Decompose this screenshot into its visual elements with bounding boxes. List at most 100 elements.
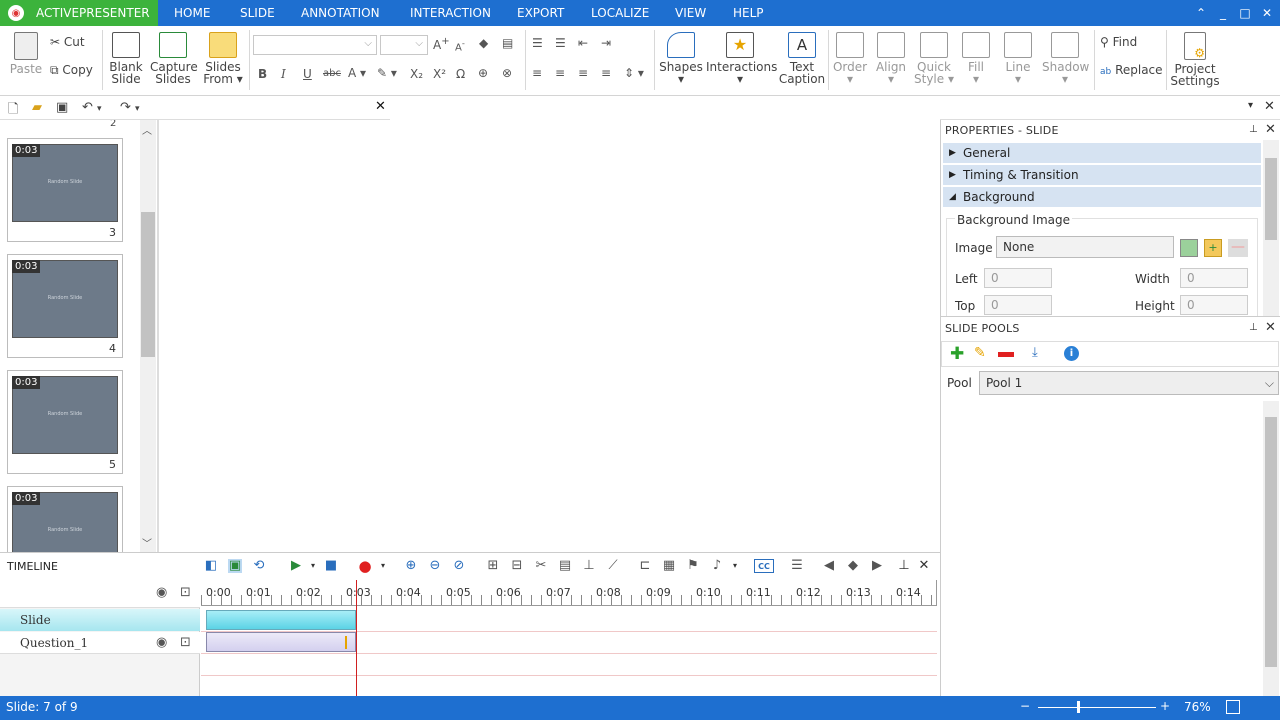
slide-canvas[interactable] (158, 120, 940, 552)
zoom-out-icon[interactable]: − (1020, 699, 1030, 713)
delete-pool-icon[interactable] (998, 352, 1014, 357)
zoom-in-icon[interactable]: + (1160, 699, 1170, 713)
slide-thumbnail[interactable]: 0:03 Random Slide 5 (7, 370, 123, 474)
bold-icon[interactable]: B (258, 67, 267, 81)
underline-icon[interactable]: U (303, 67, 312, 81)
change-playback-icon[interactable]: ⊏ (638, 559, 652, 573)
close-properties-icon[interactable]: ✕ (1265, 122, 1276, 137)
capture-slides-button[interactable]: Capture Slides (150, 32, 198, 85)
shadow-button[interactable]: Shadow ▾ (1042, 32, 1089, 85)
edit-pool-icon[interactable]: ✎ (974, 345, 986, 361)
close-window-icon[interactable]: ✕ (1256, 0, 1278, 26)
tab-localize[interactable]: LOCALIZE (577, 0, 663, 26)
slide-clip[interactable] (206, 610, 356, 630)
blank-slide-button[interactable]: Blank Slide (106, 32, 146, 85)
maximize-icon[interactable]: □ (1234, 0, 1256, 26)
paste-button[interactable]: Paste (8, 32, 44, 75)
pools-scrollbar[interactable] (1263, 401, 1279, 697)
info-icon[interactable]: i (1064, 346, 1079, 361)
join-icon[interactable]: ⊟ (510, 559, 524, 573)
pools-scroll-thumb[interactable] (1265, 417, 1277, 667)
redo-icon[interactable]: ↷ ▾ (120, 100, 140, 115)
bring-front-icon[interactable]: ◧ (204, 559, 218, 573)
fit-window-icon[interactable] (1226, 700, 1240, 714)
section-general[interactable]: ▶ General (943, 143, 1261, 164)
grow-font-icon[interactable]: A+ (433, 36, 450, 52)
zoom-in-timeline-icon[interactable]: ⊕ (404, 559, 418, 573)
align-right-icon[interactable]: ≡ (578, 66, 588, 80)
superscript-icon[interactable]: X² (433, 67, 446, 81)
font-color-icon[interactable]: A ▾ (348, 66, 366, 80)
symbol-icon[interactable]: Ω (456, 67, 465, 81)
zoom-out-timeline-icon[interactable]: ⊘ (452, 559, 466, 573)
insert-time-icon[interactable]: ⊥ (582, 559, 596, 573)
properties-scrollbar[interactable] (1263, 140, 1279, 316)
fill-button[interactable]: Fill ▾ (958, 32, 994, 85)
web-link-icon[interactable]: ⊗ (502, 66, 512, 80)
line-spacing-icon[interactable]: ⇕ ▾ (624, 66, 644, 80)
tab-help[interactable]: HELP (719, 0, 778, 26)
italic-icon[interactable]: I (281, 67, 286, 81)
find-button[interactable]: ⚲ Find (1100, 35, 1137, 49)
add-pool-icon[interactable]: ✚ (950, 344, 964, 364)
cut-range-icon[interactable]: ✂ (534, 559, 548, 573)
pin-icon[interactable]: ⊥ (1249, 322, 1258, 333)
tab-home[interactable]: HOME (160, 0, 225, 26)
shapes-button[interactable]: Shapes ▾ (658, 32, 704, 85)
increase-indent-icon[interactable]: ⇥ (601, 36, 611, 50)
align-button[interactable]: Align ▾ (873, 32, 909, 85)
replace-button[interactable]: ab Replace (1100, 63, 1163, 77)
close-pools-icon[interactable]: ✕ (1265, 320, 1276, 335)
open-folder-icon[interactable]: ▰ (32, 100, 42, 115)
slide-panel-scroll-thumb[interactable] (141, 212, 155, 357)
numbered-list-icon[interactable]: ☰ (532, 36, 543, 50)
zoom-fit-timeline-icon[interactable]: ⊖ (428, 559, 442, 573)
pin-timeline-icon[interactable]: ⊥ (897, 559, 911, 573)
slides-from-button[interactable]: Slides From ▾ (200, 32, 246, 85)
format-painter-icon[interactable]: ▤ (502, 36, 513, 50)
select-image-icon[interactable] (1180, 239, 1198, 257)
bulleted-list-icon[interactable]: ☰ (555, 36, 566, 50)
font-size-select[interactable]: ⌵ (380, 35, 428, 55)
visibility-icon[interactable]: ◉ (156, 632, 167, 654)
interactions-button[interactable]: ★ Interactions ▾ (706, 32, 777, 85)
project-settings-button[interactable]: ⚙ Project Settings (1170, 32, 1220, 87)
height-spinner[interactable]: 0 (1180, 295, 1248, 315)
quick-style-button[interactable]: Quick Style ▾ (912, 32, 956, 85)
slide-thumbnail[interactable]: 0:03 Random Slide 4 (7, 254, 123, 358)
stop-icon[interactable]: ■ (324, 559, 338, 573)
tab-slide[interactable]: SLIDE (226, 0, 289, 26)
width-spinner[interactable]: 0 (1180, 268, 1248, 288)
line-button[interactable]: Line ▾ (1000, 32, 1036, 85)
save-icon[interactable]: ▣ (56, 100, 68, 115)
hyperlink-icon[interactable]: ⊕ (478, 66, 488, 80)
tab-annotation[interactable]: ANNOTATION (287, 0, 394, 26)
play-menu-icon[interactable]: ▾ (306, 559, 320, 573)
decrease-indent-icon[interactable]: ⇤ (578, 36, 588, 50)
undo-icon[interactable]: ↶ ▾ (82, 100, 102, 115)
next-keyframe-icon[interactable]: ▶ (870, 559, 884, 573)
font-family-select[interactable]: ⌵ (253, 35, 377, 55)
tab-interaction[interactable]: INTERACTION (396, 0, 505, 26)
top-spinner[interactable]: 0 (984, 295, 1052, 315)
close-document-icon[interactable]: ✕ (375, 99, 386, 114)
timeline-options-icon[interactable]: ☰ (790, 559, 804, 573)
freeze-frame-icon[interactable]: ⟋ (606, 559, 620, 573)
pool-select[interactable]: Pool 1 ⌵ (979, 371, 1279, 395)
strikethrough-icon[interactable]: abc (323, 68, 341, 79)
slide-thumbnail[interactable]: 0:03 Random Slide (7, 486, 123, 552)
zoom-slider[interactable] (1038, 701, 1156, 713)
timeline-mode-icon[interactable]: ▣ (228, 559, 242, 573)
add-image-icon[interactable]: + (1204, 239, 1222, 257)
copy-button[interactable]: ⧉ Copy (50, 63, 93, 78)
slide-thumbnail[interactable]: 0:03 Random Slide 3 (7, 138, 123, 242)
blur-icon[interactable]: ▦ (662, 559, 676, 573)
properties-scroll-thumb[interactable] (1265, 158, 1277, 240)
section-timing-transition[interactable]: ▶ Timing & Transition (943, 165, 1261, 186)
clear-format-icon[interactable]: ◆ (479, 36, 488, 50)
pin-icon[interactable]: ⊥ (1249, 124, 1258, 135)
record-icon[interactable]: ● (358, 559, 372, 574)
section-background[interactable]: ◢ Background (943, 187, 1261, 208)
align-center-icon[interactable]: ≡ (555, 66, 565, 80)
add-keyframe-icon[interactable]: ◆ (846, 559, 860, 573)
